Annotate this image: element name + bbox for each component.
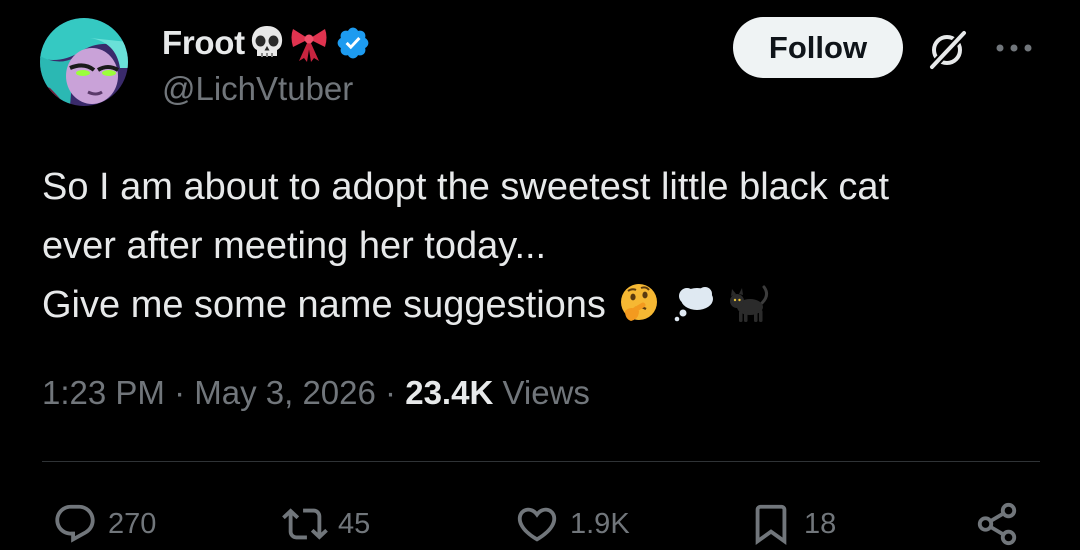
- share-icon: [977, 502, 1017, 546]
- views-label: Views: [502, 374, 590, 411]
- avatar[interactable]: [40, 18, 128, 106]
- author-handle[interactable]: @LichVtuber: [162, 70, 353, 108]
- ribbon-emoji-icon: [289, 23, 329, 63]
- bookmark-count: 18: [804, 507, 837, 540]
- reply-icon: [55, 504, 95, 543]
- repost-count: 45: [338, 507, 371, 540]
- meta-separator: ·: [385, 374, 397, 411]
- reply-button[interactable]: 270: [52, 500, 156, 548]
- tweet-date[interactable]: May 3, 2026: [194, 374, 376, 411]
- share-button[interactable]: [974, 500, 1020, 548]
- thought-balloon-emoji-icon: [671, 281, 715, 325]
- tweet-line: ever after meeting her today...: [42, 225, 547, 267]
- repost-button[interactable]: 45: [282, 500, 370, 548]
- divider: [42, 461, 1040, 462]
- reply-count: 270: [108, 507, 157, 540]
- meta-separator: ·: [174, 374, 186, 411]
- grok-icon[interactable]: [924, 25, 972, 73]
- tweet-line: So I am about to adopt the sweetest litt…: [42, 166, 890, 208]
- tweet-time[interactable]: 1:23 PM: [42, 374, 165, 411]
- skull-emoji-icon: [247, 23, 287, 63]
- repost-icon: [282, 508, 328, 540]
- display-name[interactable]: Froot: [162, 24, 245, 62]
- black-cat-emoji-icon: [726, 281, 770, 325]
- bookmark-icon: [755, 504, 787, 545]
- like-button[interactable]: 1.9K: [514, 500, 630, 548]
- thinking-face-emoji-icon: [617, 281, 661, 325]
- more-options-icon[interactable]: [990, 36, 1040, 60]
- verified-badge-icon[interactable]: [335, 25, 371, 61]
- bookmark-button[interactable]: 18: [748, 500, 836, 548]
- views-count[interactable]: 23.4K: [405, 374, 493, 411]
- heart-icon: [517, 507, 557, 542]
- author-name-row[interactable]: Froot: [162, 22, 371, 64]
- tweet-text: So I am about to adopt the sweetest litt…: [42, 158, 1042, 335]
- tweet-meta: 1:23 PM · May 3, 2026 · 23.4K Views: [42, 374, 590, 412]
- tweet-line-with-emojis: Give me some name suggestions: [42, 276, 1042, 335]
- like-count: 1.9K: [570, 507, 630, 540]
- tweet-line: Give me some name suggestions: [42, 284, 606, 326]
- follow-button[interactable]: Follow: [733, 17, 903, 78]
